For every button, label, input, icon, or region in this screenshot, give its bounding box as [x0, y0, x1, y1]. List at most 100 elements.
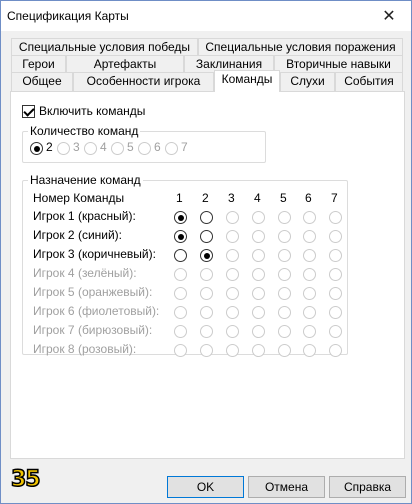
- team-assign-radio[interactable]: [329, 230, 342, 243]
- team-count-label: 6: [154, 140, 161, 154]
- team-assign-radio[interactable]: [252, 344, 265, 357]
- team-count-radio[interactable]: [111, 142, 124, 155]
- team-count-radio[interactable]: [138, 142, 151, 155]
- team-assign-radio[interactable]: [303, 249, 316, 262]
- tab-label: Общее: [22, 74, 62, 88]
- tab-label: Артефакты: [93, 57, 157, 71]
- team-assign-radio[interactable]: [226, 230, 239, 243]
- team-assign-radio[interactable]: [252, 306, 265, 319]
- team-assign-radio[interactable]: [226, 306, 239, 319]
- tab-teams[interactable]: Команды: [214, 70, 280, 92]
- team-count-radio[interactable]: [165, 142, 178, 155]
- team-assign-radio[interactable]: [174, 325, 187, 338]
- team-assignment-group: Назначение команд Номер Команды 1 2 3 4 5 6 7 И…: [22, 173, 348, 357]
- team-assign-radio[interactable]: [303, 287, 316, 300]
- badge-number: 35: [10, 466, 41, 493]
- team-assign-radio[interactable]: [252, 325, 265, 338]
- player-label: Игрок 6 (фиолетовый):: [33, 304, 160, 318]
- team-assign-radio[interactable]: [252, 249, 265, 262]
- cancel-button[interactable]: Отмена: [248, 476, 325, 498]
- team-assign-radio[interactable]: [252, 230, 265, 243]
- team-assign-radio[interactable]: [303, 306, 316, 319]
- team-assign-radio[interactable]: [174, 249, 187, 262]
- team-assign-radio[interactable]: [200, 249, 213, 262]
- team-assign-radio[interactable]: [200, 211, 213, 224]
- team-assign-radio[interactable]: [200, 268, 213, 281]
- team-assign-radio[interactable]: [329, 268, 342, 281]
- team-assign-radio[interactable]: [329, 287, 342, 300]
- player-label: Игрок 3 (коричневый):: [33, 247, 156, 261]
- team-assign-radio[interactable]: [174, 230, 187, 243]
- team-assign-radio[interactable]: [252, 211, 265, 224]
- team-assign-radio[interactable]: [303, 211, 316, 224]
- team-assign-radio[interactable]: [174, 344, 187, 357]
- team-assign-radio[interactable]: [226, 249, 239, 262]
- team-assign-radio[interactable]: [200, 287, 213, 300]
- tab-label: События: [344, 74, 394, 88]
- team-count-radio[interactable]: [57, 142, 70, 155]
- team-count-label: 5: [127, 140, 134, 154]
- team-column-header: 2: [202, 191, 209, 205]
- tab-label: Команды: [221, 72, 273, 86]
- team-assign-radio[interactable]: [329, 344, 342, 357]
- team-assign-radio[interactable]: [329, 211, 342, 224]
- team-count-radio[interactable]: [30, 142, 43, 155]
- team-assign-radio[interactable]: [252, 287, 265, 300]
- team-assign-radio[interactable]: [174, 268, 187, 281]
- player-label: Игрок 4 (зелёный):: [33, 266, 137, 280]
- team-assign-radio[interactable]: [252, 268, 265, 281]
- close-button[interactable]: ✕: [367, 1, 411, 31]
- team-assign-radio[interactable]: [226, 211, 239, 224]
- team-assign-radio[interactable]: [278, 211, 291, 224]
- team-assign-radio[interactable]: [278, 344, 291, 357]
- team-assign-radio[interactable]: [226, 268, 239, 281]
- tab-events[interactable]: События: [335, 72, 403, 91]
- title-bar: Спецификация Карты ✕: [1, 1, 411, 31]
- team-count-radio[interactable]: [84, 142, 97, 155]
- team-assign-radio[interactable]: [200, 306, 213, 319]
- team-count-label: 3: [73, 140, 80, 154]
- team-assign-radio[interactable]: [278, 268, 291, 281]
- player-label: Игрок 2 (синий):: [33, 228, 123, 242]
- enable-teams-checkbox[interactable]: [22, 105, 35, 118]
- team-assign-radio[interactable]: [226, 325, 239, 338]
- team-assign-radio[interactable]: [200, 230, 213, 243]
- team-count-label: 4: [100, 140, 107, 154]
- ok-button[interactable]: OK: [167, 476, 244, 498]
- tab-label: Вторичные навыки: [286, 57, 391, 71]
- team-assign-radio[interactable]: [303, 325, 316, 338]
- tab-general[interactable]: Общее: [11, 72, 73, 91]
- team-assign-radio[interactable]: [329, 249, 342, 262]
- team-column-header: 5: [280, 191, 287, 205]
- team-assign-radio[interactable]: [226, 287, 239, 300]
- help-button[interactable]: Справка: [329, 476, 406, 498]
- team-column-header: 7: [331, 191, 338, 205]
- team-assign-radio[interactable]: [303, 268, 316, 281]
- team-column-header: 1: [176, 191, 183, 205]
- team-assign-radio[interactable]: [329, 325, 342, 338]
- tab-label: Слухи: [290, 74, 325, 88]
- team-assign-radio[interactable]: [303, 344, 316, 357]
- team-assign-radio[interactable]: [174, 211, 187, 224]
- team-column-header: 3: [228, 191, 235, 205]
- tab-player-features[interactable]: Особенности игрока: [73, 72, 214, 91]
- team-assign-radio[interactable]: [278, 249, 291, 262]
- team-assign-radio[interactable]: [278, 230, 291, 243]
- team-assign-radio[interactable]: [200, 325, 213, 338]
- team-assign-radio[interactable]: [174, 287, 187, 300]
- team-assign-radio[interactable]: [278, 306, 291, 319]
- team-assign-radio[interactable]: [200, 344, 213, 357]
- map-specification-dialog: Спецификация Карты ✕ Специальные условия…: [0, 0, 412, 504]
- team-count-label: 2: [46, 140, 53, 154]
- window-title: Спецификация Карты: [7, 9, 129, 23]
- team-assign-radio[interactable]: [303, 230, 316, 243]
- team-assign-radio[interactable]: [278, 287, 291, 300]
- team-column-header: 4: [254, 191, 261, 205]
- tab-rumors[interactable]: Слухи: [280, 72, 335, 91]
- teams-panel: Включить команды Количество команд 2 3 4 5 6…: [10, 91, 405, 459]
- team-assign-radio[interactable]: [226, 344, 239, 357]
- player-label: Игрок 7 (бирюзовый):: [33, 323, 153, 337]
- team-assign-radio[interactable]: [329, 306, 342, 319]
- team-assign-radio[interactable]: [174, 306, 187, 319]
- team-assign-radio[interactable]: [278, 325, 291, 338]
